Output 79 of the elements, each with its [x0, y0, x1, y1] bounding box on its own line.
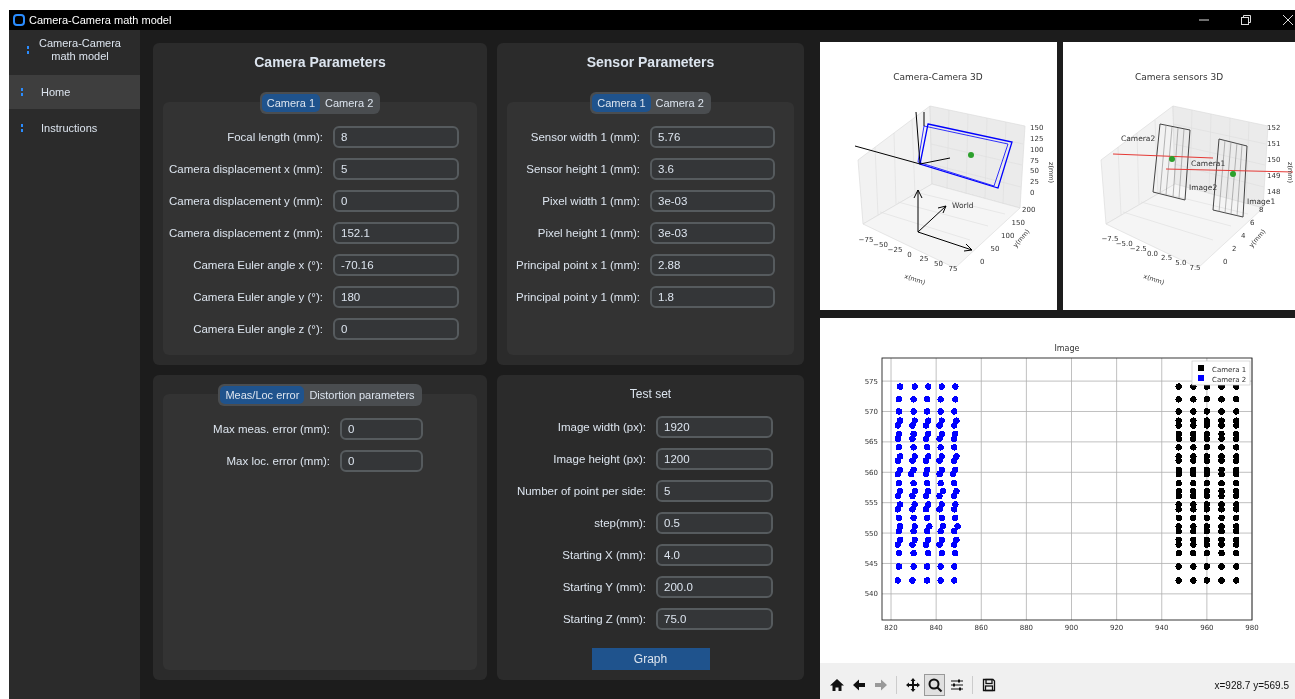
dots-icon: [27, 45, 30, 55]
field-label: Camera displacement x (mm):: [168, 163, 323, 175]
cursor-coordinates: x=928.7 y=569.5: [1214, 679, 1289, 691]
world-axes-drawing: [913, 189, 973, 252]
input-field[interactable]: 200.0: [656, 576, 773, 598]
field-label: Pixel width 1 (mm):: [541, 195, 640, 207]
field-label: Starting Y (mm):: [561, 581, 646, 593]
field-label: step(mm):: [593, 517, 646, 529]
field-label: Image height (px):: [552, 453, 646, 465]
field-label: Starting X (mm):: [561, 549, 646, 561]
tab[interactable]: Camera 1: [261, 94, 320, 112]
field-label: Starting Z (mm):: [561, 613, 646, 625]
input-field[interactable]: 3e-03: [650, 222, 775, 244]
point-marker: [1169, 156, 1175, 162]
input-field[interactable]: 1920: [656, 416, 773, 438]
field-label: Principal point y 1 (mm):: [515, 291, 640, 303]
graph-button[interactable]: Graph: [591, 648, 710, 670]
camera-center-marker: [968, 152, 974, 158]
window-title: Camera-Camera math model: [29, 14, 172, 26]
dots-icon: [21, 123, 24, 133]
app-name: Camera-Camera math model: [38, 37, 122, 63]
tab[interactable]: Camera 2: [320, 94, 379, 112]
legend-box: [1191, 360, 1251, 386]
move-arrows-icon: [904, 677, 921, 693]
input-field[interactable]: 0: [333, 190, 459, 212]
field-label: Sensor width 1 (mm):: [529, 131, 640, 143]
field-label: Camera Euler angle y (°):: [192, 291, 323, 303]
home-icon: [828, 677, 845, 693]
point-marker: [1230, 171, 1236, 177]
field-label: Principal point x 1 (mm):: [515, 259, 640, 271]
field-label: Camera Euler angle z (°):: [192, 323, 323, 335]
field-label: Number of point per side:: [515, 485, 646, 497]
right-arrow-icon: [872, 677, 889, 693]
nav-item[interactable]: Home: [9, 75, 140, 109]
input-field[interactable]: 5: [656, 480, 773, 502]
input-field[interactable]: 5.76: [650, 126, 775, 148]
field-label: Camera Euler angle x (°):: [192, 259, 323, 271]
panel-title: Test set: [628, 386, 673, 403]
input-field[interactable]: 0: [340, 418, 423, 440]
input-field[interactable]: 4.0: [656, 544, 773, 566]
dots-icon: [21, 87, 24, 97]
panel-title: Camera Parameters: [254, 53, 386, 72]
app-icon: [13, 14, 25, 26]
field-label: Max loc. error (mm):: [225, 455, 330, 467]
nav-item[interactable]: Instructions: [9, 111, 140, 145]
input-field[interactable]: 180: [333, 286, 459, 308]
chart-title: Image: [1054, 344, 1080, 353]
zoom-tool-button[interactable]: [924, 674, 945, 696]
search-icon: [926, 677, 943, 693]
panel-title: Sensor Parameters: [586, 53, 715, 72]
field-label: Focal length (mm):: [226, 131, 323, 143]
field-label: Camera displacement z (mm):: [168, 227, 323, 239]
tab[interactable]: Camera 2: [650, 94, 709, 112]
input-field[interactable]: 75.0: [656, 608, 773, 630]
field-label: Sensor height 1 (mm):: [525, 163, 640, 175]
sliders-icon: [948, 677, 965, 693]
field-label: Max meas. error (mm):: [212, 423, 330, 435]
close-icon[interactable]: [1283, 15, 1293, 25]
restore-icon[interactable]: [1241, 15, 1251, 25]
tab[interactable]: Distortion parameters: [304, 386, 420, 404]
input-field[interactable]: 0: [333, 318, 459, 340]
input-field[interactable]: 0: [340, 450, 423, 472]
input-field[interactable]: 5: [333, 158, 459, 180]
input-field[interactable]: 2.88: [650, 254, 775, 276]
input-field[interactable]: 8: [333, 126, 459, 148]
field-label: Image width (px):: [556, 421, 646, 433]
tab[interactable]: Meas/Loc error: [220, 386, 305, 404]
input-field[interactable]: 3.6: [650, 158, 775, 180]
plot-title: Camera sensors 3D: [1134, 72, 1224, 82]
field-label: Pixel height 1 (mm):: [536, 227, 640, 239]
tab[interactable]: Camera 1: [592, 94, 651, 112]
input-field[interactable]: 0.5: [656, 512, 773, 534]
input-field[interactable]: -70.16: [333, 254, 459, 276]
field-label: Camera displacement y (mm):: [168, 195, 323, 207]
input-field[interactable]: 1.8: [650, 286, 775, 308]
plot-title: Camera-Camera 3D: [893, 72, 983, 82]
input-field[interactable]: 152.1: [333, 222, 459, 244]
input-field[interactable]: 1200: [656, 448, 773, 470]
input-field[interactable]: 3e-03: [650, 190, 775, 212]
